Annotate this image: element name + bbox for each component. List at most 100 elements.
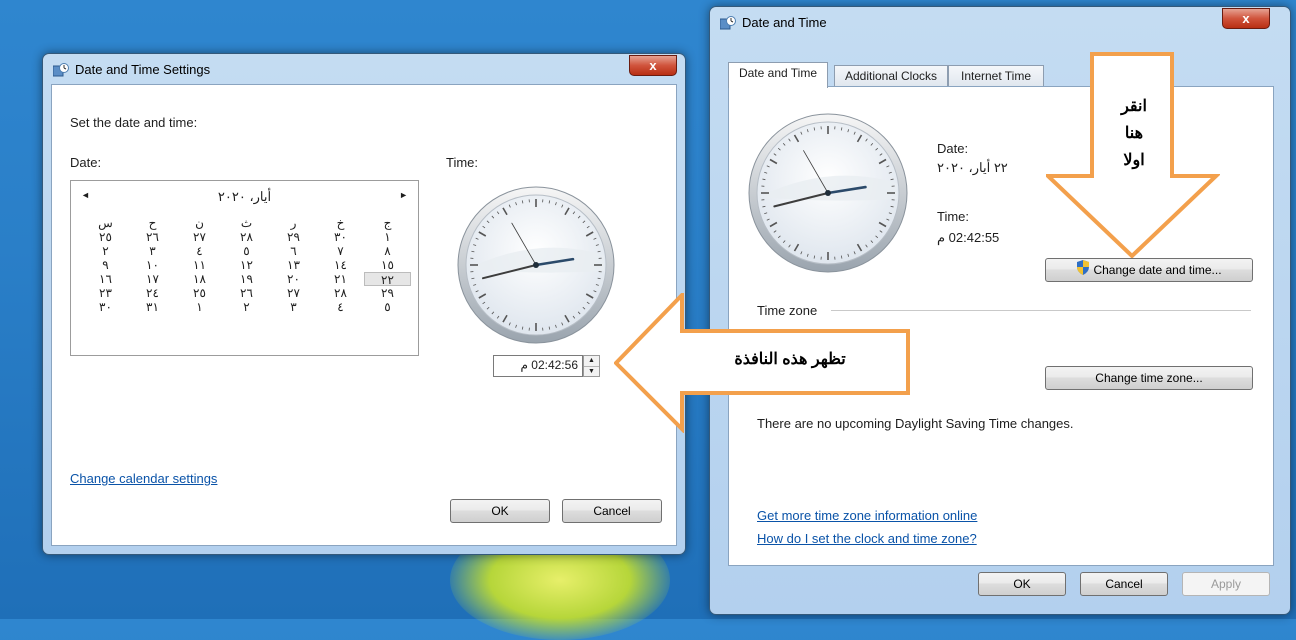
cancel-button[interactable]: Cancel [562,499,662,523]
calendar-day[interactable]: ١٢ [223,258,270,272]
calendar-day[interactable]: ٢٩ [364,286,411,300]
calendar-day[interactable]: ١٠ [129,258,176,272]
date-label: Date: [937,141,968,156]
calendar-day[interactable]: ٣ [129,244,176,258]
calendar-week-row: ١٥١٤١٣١٢١١١٠٩ [81,258,411,272]
down-arrow-text-2: هنا [1112,123,1156,143]
time-input-value: 02:42:56 م [521,358,578,372]
calendar-day[interactable]: ٦ [270,244,317,258]
close-button[interactable]: x [629,55,677,76]
window-body: Set the date and time: Date: Time: ◄ أيا… [51,84,677,546]
calendar-day[interactable]: ٩ [82,258,129,272]
tab-date-and-time[interactable]: Date and Time [728,62,828,88]
calendar-week-row: ١٣٠٢٩٢٨٢٧٢٦٢٥ [81,230,411,244]
weekday-label: س [82,216,129,230]
calendar-day[interactable]: ١١ [176,258,223,272]
calendar-week-row: ٢٢٢١٢٠١٩١٨١٧١٦ [81,272,411,286]
calendar-day[interactable]: ١ [176,300,223,314]
calendar-day[interactable]: ١٦ [82,272,129,286]
calendar-day[interactable]: ٢ [82,244,129,258]
date-time-app-icon [720,16,736,30]
weekday-label: ث [223,216,270,230]
calendar-day[interactable]: ٢٥ [82,230,129,244]
calendar-day[interactable]: ٢٣ [82,286,129,300]
calendar-day[interactable]: ٤ [317,300,364,314]
calendar-day[interactable]: ٢٩ [270,230,317,244]
calendar-day[interactable]: ٢١ [317,272,364,286]
calendar-day-selected[interactable]: ٢٢ [364,272,411,286]
calendar-day[interactable]: ٢٠ [270,272,317,286]
change-calendar-settings-link[interactable]: Change calendar settings [70,471,217,486]
calendar-day[interactable]: ٢٦ [223,286,270,300]
ok-button[interactable]: OK [450,499,550,523]
calendar-day[interactable]: ٧ [317,244,364,258]
calendar-day[interactable]: ٢٤ [129,286,176,300]
left-arrow-text: تظهر هذه النافذة [690,349,890,369]
tab-additional-clocks[interactable]: Additional Clocks [834,65,948,87]
down-arrow-text-3: اولا [1112,150,1156,170]
calendar-day[interactable]: ١٤ [317,258,364,272]
calendar-week-row: ٥٤٣٢١٣١٣٠ [81,300,411,314]
time-spinner[interactable]: ▲ ▼ [583,355,600,377]
time-value: 02:42:55 م [937,230,999,246]
change-date-and-time-button[interactable]: Change date and time... [1045,258,1253,282]
close-button[interactable]: x [1222,8,1270,29]
calendar-day[interactable]: ٣ [270,300,317,314]
title-bar[interactable]: Date and Time Settings x [43,54,685,84]
calendar-day[interactable]: ١٧ [129,272,176,286]
change-time-zone-button[interactable]: Change time zone... [1045,366,1253,390]
calendar-day[interactable]: ٣٠ [317,230,364,244]
uac-shield-icon [1076,260,1090,282]
calendar-day[interactable]: ٢٥ [176,286,223,300]
date-time-settings-window: Date and Time Settings x Set the date an… [42,53,686,555]
cancel-button[interactable]: Cancel [1080,572,1168,596]
weekday-label: ن [176,216,223,230]
ok-button[interactable]: OK [978,572,1066,596]
weekday-label: خ [317,216,364,230]
calendar-grid: ج خ ر ث ن ح س ١٣٠٢٩٢٨٢٧٢٦٢٥٨٧٦٥٤٣٢١٥١٤١٣… [81,216,411,314]
date-label: Date: [70,155,101,170]
title-bar[interactable]: Date and Time x [710,7,1290,37]
calendar-day[interactable]: ٤ [176,244,223,258]
time-input[interactable]: 02:42:56 م [493,355,583,377]
analog-clock [456,185,616,345]
next-month-arrow[interactable]: ► [399,190,408,200]
analog-clock [747,112,909,274]
calendar-day[interactable]: ١٩ [223,272,270,286]
calendar-day[interactable]: ١٥ [364,258,411,272]
calendar-day[interactable]: ٢٧ [176,230,223,244]
calendar-week-row: ٨٧٦٥٤٣٢ [81,244,411,258]
calendar-day[interactable]: ١٨ [176,272,223,286]
calendar-day[interactable]: ٥ [364,300,411,314]
window-title: Date and Time Settings [75,62,210,77]
date-time-app-icon [53,63,69,77]
weekday-row: ج خ ر ث ن ح س [81,216,411,230]
spinner-down-icon[interactable]: ▼ [584,367,599,376]
spinner-up-icon[interactable]: ▲ [584,356,599,367]
calendar-day[interactable]: ٣١ [129,300,176,314]
calendar-day[interactable]: ١ [364,230,411,244]
tab-internet-time[interactable]: Internet Time [948,65,1044,87]
down-arrow-text-1: انقر [1112,96,1156,116]
calendar-day[interactable]: ٣٠ [82,300,129,314]
calendar-day[interactable]: ٢ [223,300,270,314]
date-value: ٢٢ أيار، ٢٠٢٠ [937,160,1008,176]
weekday-label: ج [364,216,411,230]
apply-button[interactable]: Apply [1182,572,1270,596]
how-set-clock-link[interactable]: How do I set the clock and time zone? [757,531,977,546]
calendar-week-row: ٢٩٢٨٢٧٢٦٢٥٢٤٢٣ [81,286,411,300]
weekday-label: ح [129,216,176,230]
change-date-and-time-label: Change date and time... [1093,263,1221,277]
calendar-day[interactable]: ١٣ [270,258,317,272]
more-time-zone-info-link[interactable]: Get more time zone information online [757,508,977,523]
calendar-day[interactable]: ٢٨ [317,286,364,300]
calendar-day[interactable]: ٥ [223,244,270,258]
calendar-day[interactable]: ٨ [364,244,411,258]
calendar-day[interactable]: ٢٨ [223,230,270,244]
calendar-day[interactable]: ٢٦ [129,230,176,244]
calendar-day[interactable]: ٢٧ [270,286,317,300]
calendar: ◄ أيار، ٢٠٢٠ ► ج خ ر ث ن ح س ١٣٠٢٩٢٨٢٧٢٦… [70,180,419,356]
weekday-label: ر [270,216,317,230]
calendar-month-title[interactable]: أيار، ٢٠٢٠ [71,189,418,205]
set-date-time-prompt: Set the date and time: [70,115,197,130]
